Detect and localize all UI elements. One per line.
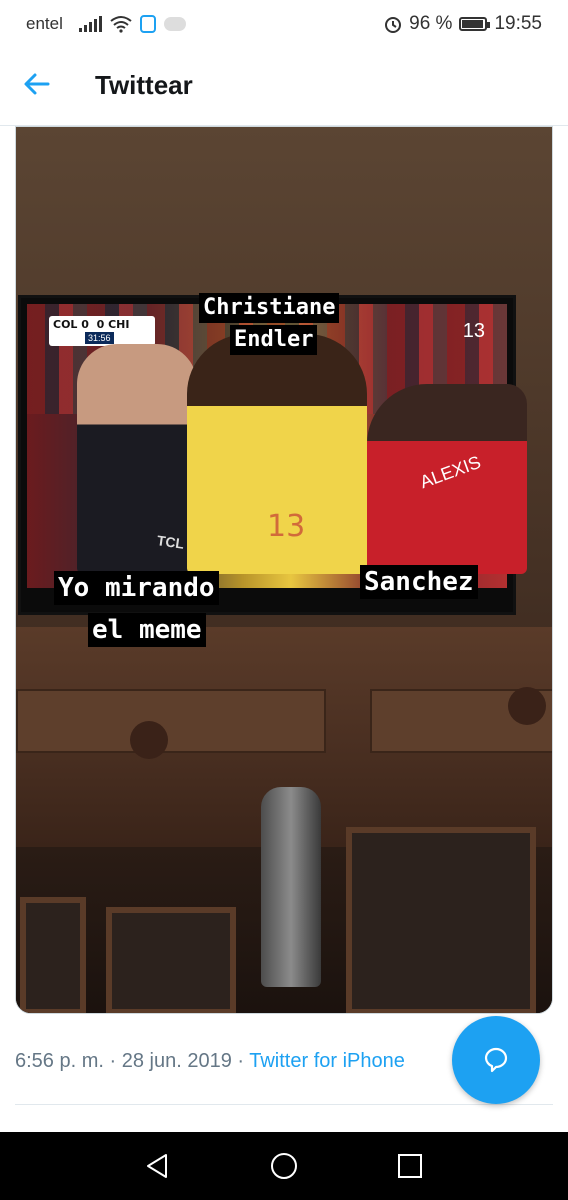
tweet-source-link[interactable]: Twitter for iPhone [249, 1050, 405, 1072]
home-circle-icon [271, 1153, 297, 1179]
beer-stein [261, 787, 321, 987]
colombia-player-figure: 13 [187, 334, 367, 574]
app-header: Twittear [0, 48, 568, 126]
referee-brand: TCL [156, 532, 186, 552]
caption-left-line1: Yo mirando [54, 571, 219, 605]
clock: 19:55 [494, 13, 542, 34]
chile-player-figure: ALEXIS [367, 384, 527, 574]
score-away: 0 CHI [96, 318, 130, 331]
caption-right: Sanchez [360, 565, 478, 599]
back-button[interactable] [18, 64, 58, 104]
jersey-name: ALEXIS [417, 451, 484, 493]
recents-square-icon [398, 1154, 422, 1178]
drawer-knob [508, 687, 546, 725]
jersey-number: 13 [267, 509, 306, 544]
wifi-icon [110, 16, 132, 33]
tweet-date: 28 jun. 2019 [121, 1050, 232, 1072]
page-title: Twittear [95, 70, 193, 100]
status-left: entel [26, 14, 186, 34]
channel-logo: 13 [462, 320, 485, 342]
scoreboard: COL 0 0 CHI 31:56 [49, 316, 155, 346]
reply-fab-button[interactable] [452, 1016, 540, 1104]
caption-top-line1: Christiane [199, 293, 340, 323]
picture-frame [346, 827, 536, 1013]
signal-icon [78, 16, 102, 32]
drawer-knob [130, 721, 168, 759]
back-triangle-icon [147, 1154, 167, 1178]
nav-home-button[interactable] [268, 1150, 300, 1182]
match-clock: 31:56 [85, 332, 114, 344]
caption-left-line2: el meme [88, 613, 206, 647]
tweet-media-image[interactable]: COL 0 0 CHI 31:56 13 TCL 13 ALEXIS Chris… [15, 126, 553, 1014]
reply-bubble-icon [484, 1047, 508, 1073]
status-bar: entel 96 % 19:55 [0, 0, 568, 48]
system-nav-bar [0, 1132, 568, 1200]
carrier-label: entel [26, 14, 63, 33]
meta-separator: · [103, 1050, 122, 1072]
nav-back-button[interactable] [142, 1150, 174, 1182]
battery-icon [459, 17, 491, 31]
caption-top-line2: Endler [230, 325, 318, 355]
cabinet-drawer-right [370, 687, 552, 753]
battery-percent: 96 % [409, 13, 453, 34]
tweet-time: 6:56 p. m. [15, 1050, 104, 1072]
cloud-icon [163, 17, 186, 31]
picture-frame [20, 897, 86, 1013]
nav-recents-button[interactable] [394, 1150, 426, 1182]
alarm-icon [385, 17, 402, 33]
status-right: 96 % 19:55 [384, 13, 542, 35]
referee-figure: TCL [77, 344, 197, 574]
cabinet-drawer-left [16, 689, 326, 759]
meta-separator: · [231, 1050, 250, 1072]
shield-icon [139, 15, 156, 33]
score-home: COL 0 [53, 318, 89, 331]
picture-frame [106, 907, 236, 1013]
divider [15, 1104, 553, 1105]
arrow-left-icon [24, 73, 50, 95]
tweet-meta: 6:56 p. m. · 28 jun. 2019 · Twitter for … [15, 1050, 405, 1073]
